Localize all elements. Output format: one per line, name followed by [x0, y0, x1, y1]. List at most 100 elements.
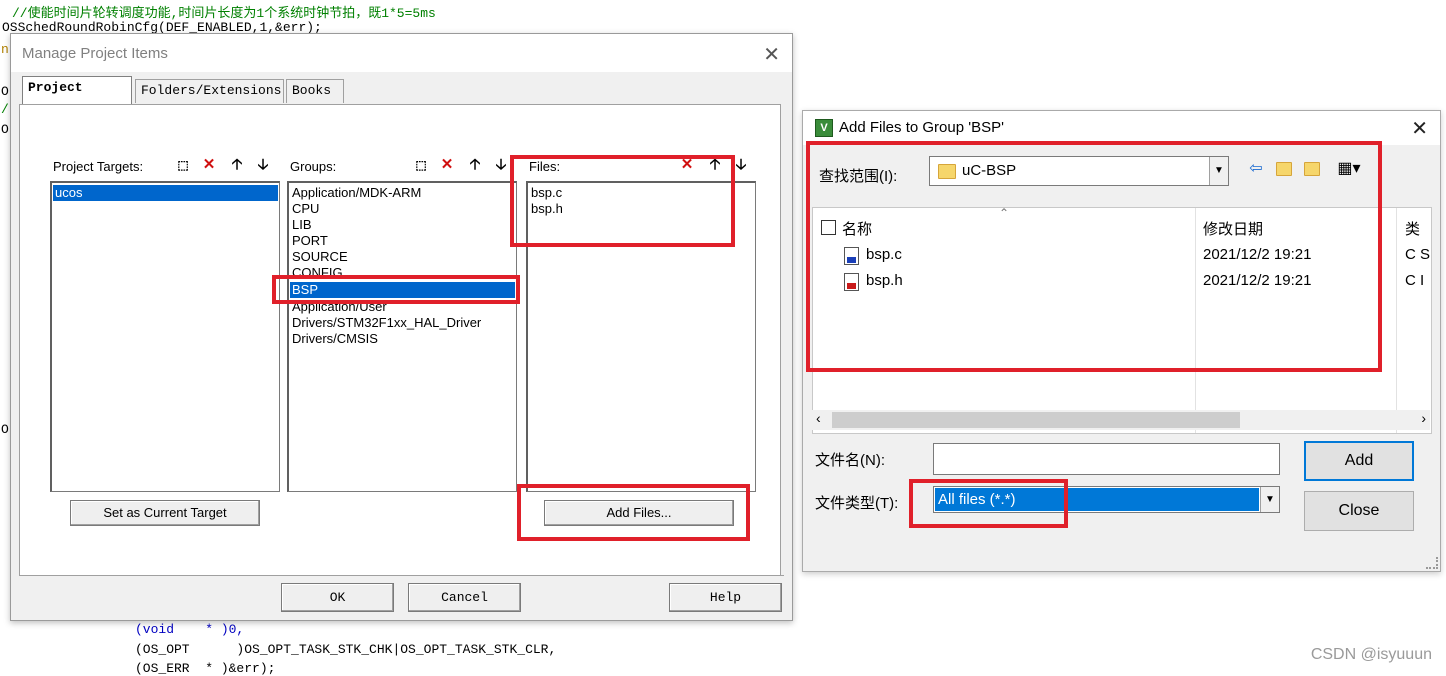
- list-item[interactable]: Drivers/CMSIS: [292, 331, 378, 347]
- file-type: C I: [1405, 272, 1425, 289]
- add-button[interactable]: Add: [1304, 441, 1414, 481]
- list-item[interactable]: LIB: [292, 217, 312, 233]
- folder-icon: [938, 164, 956, 179]
- scrollbar-thumb[interactable]: [832, 412, 1240, 428]
- tab-books[interactable]: Books: [286, 79, 344, 103]
- move-down-target-icon[interactable]: 🡣: [252, 155, 274, 175]
- h-file-icon: [844, 273, 859, 291]
- manage-project-items-dialog: Manage Project Items ✕ Project Items Fol…: [10, 33, 793, 621]
- file-name: bsp.h: [866, 272, 903, 289]
- file-row[interactable]: bsp.c 2021/12/2 19:21 C S: [813, 245, 1431, 269]
- code-margin-fragment: O: [1, 122, 9, 137]
- dialog-titlebar: Manage Project Items ✕: [11, 34, 792, 72]
- filetype-select[interactable]: All files (*.*) ▼: [933, 486, 1280, 513]
- list-item[interactable]: ucos: [53, 185, 278, 201]
- column-header-type[interactable]: 类: [1405, 218, 1420, 239]
- groups-list[interactable]: Application/MDK-ARM CPU LIB PORT SOURCE …: [287, 181, 517, 492]
- back-icon[interactable]: ⇦: [1245, 159, 1267, 179]
- code-margin-fragment: n: [1, 42, 9, 57]
- add-files-dialog: V Add Files to Group 'BSP' ✕ 查找范围(I): uC…: [802, 110, 1441, 572]
- chevron-down-icon[interactable]: ▼: [1209, 157, 1228, 185]
- file-type: C S: [1405, 246, 1431, 263]
- list-item[interactable]: BSP: [290, 282, 515, 298]
- list-item[interactable]: Drivers/STM32F1xx_HAL_Driver: [292, 315, 481, 331]
- code-margin-fragment: O: [1, 84, 9, 99]
- look-in-label: 查找范围(I):: [819, 168, 898, 185]
- files-list[interactable]: bsp.c bsp.h: [526, 181, 756, 492]
- look-in-value: uC-BSP: [962, 162, 1017, 179]
- delete-group-icon[interactable]: ✕: [436, 155, 458, 175]
- move-down-file-icon[interactable]: 🡣: [730, 155, 752, 175]
- list-item[interactable]: Application/MDK-ARM: [292, 185, 421, 201]
- filename-input[interactable]: [933, 443, 1280, 475]
- code-bottom-line: (OS_OPT )OS_OPT_TASK_STK_CHK|OS_OPT_TASK…: [135, 642, 557, 657]
- chevron-down-icon[interactable]: ▼: [1260, 487, 1279, 512]
- code-bottom-text: (void * )0,: [135, 622, 245, 637]
- set-current-target-button[interactable]: Set as Current Target: [70, 500, 260, 526]
- ok-button[interactable]: OK: [281, 583, 394, 612]
- column-divider: [1195, 208, 1196, 433]
- list-item[interactable]: CONFIG: [292, 265, 343, 281]
- up-folder-icon[interactable]: [1273, 159, 1295, 179]
- code-comment-line: //使能时间片轮转调度功能,时间片长度为1个系统时钟节拍，既1*5=5ms: [12, 6, 436, 21]
- filetype-value: All files (*.*): [935, 488, 1259, 511]
- file-name: bsp.c: [866, 246, 902, 263]
- code-margin-fragment: O: [1, 422, 9, 437]
- move-up-group-icon[interactable]: 🡡: [464, 155, 486, 175]
- new-folder-icon[interactable]: [1301, 159, 1323, 179]
- look-in-combo[interactable]: uC-BSP ▼: [929, 156, 1229, 186]
- c-file-icon: [844, 247, 859, 265]
- file-list[interactable]: 名称 ⌃ 修改日期 类 bsp.c 2021/12/2 19:21 C S bs…: [812, 206, 1432, 434]
- list-item[interactable]: CPU: [292, 201, 319, 217]
- list-item[interactable]: Application/User: [292, 299, 387, 315]
- targets-label: Project Targets:: [53, 159, 144, 174]
- keil-app-icon: V: [815, 119, 833, 137]
- file-date: 2021/12/2 19:21: [1203, 246, 1312, 263]
- new-target-icon[interactable]: ⬚: [172, 155, 194, 175]
- resize-grip-icon[interactable]: [1426, 557, 1438, 569]
- chevron-right-icon[interactable]: ›: [1421, 410, 1426, 426]
- move-down-group-icon[interactable]: 🡣: [490, 155, 512, 175]
- groups-label: Groups:: [290, 159, 337, 174]
- column-header-date[interactable]: 修改日期: [1203, 218, 1263, 239]
- select-all-checkbox[interactable]: [821, 220, 836, 235]
- dialog-title: Manage Project Items: [22, 45, 168, 62]
- filename-label: 文件名(N):: [815, 452, 885, 469]
- delete-file-icon[interactable]: ✕: [676, 155, 698, 175]
- new-group-icon[interactable]: ⬚: [410, 155, 432, 175]
- tab-folders-extensions[interactable]: Folders/Extensions: [135, 79, 284, 103]
- code-bottom-line: (OS_ERR * )&err);: [135, 661, 276, 676]
- code-bottom-line: (void * )0,: [135, 622, 244, 637]
- code-margin-fragment: /: [1, 102, 9, 117]
- view-menu-icon[interactable]: ▦▾: [1331, 159, 1367, 179]
- help-button[interactable]: Help: [669, 583, 782, 612]
- file-row[interactable]: bsp.h 2021/12/2 19:21 C I: [813, 271, 1431, 295]
- sort-up-icon: ⌃: [999, 206, 1010, 220]
- move-up-target-icon[interactable]: 🡡: [226, 155, 248, 175]
- column-divider: [1396, 208, 1397, 433]
- dialog-titlebar: V Add Files to Group 'BSP' ✕: [803, 111, 1440, 145]
- divider: [19, 575, 784, 576]
- tab-project-items[interactable]: Project Items: [22, 76, 132, 117]
- close-icon[interactable]: ✕: [763, 42, 780, 67]
- list-item[interactable]: SOURCE: [292, 249, 348, 265]
- column-header-name[interactable]: 名称: [842, 218, 872, 239]
- list-item[interactable]: bsp.c: [531, 185, 562, 201]
- list-item[interactable]: bsp.h: [531, 201, 563, 217]
- watermark: CSDN @isyuuun: [1310, 646, 1432, 663]
- cancel-button[interactable]: Cancel: [408, 583, 521, 612]
- files-label: Files:: [529, 159, 561, 174]
- move-up-file-icon[interactable]: 🡡: [704, 155, 726, 175]
- horizontal-scrollbar[interactable]: ‹ ›: [812, 410, 1430, 430]
- add-files-button[interactable]: Add Files...: [544, 500, 734, 526]
- project-items-panel: Project Targets: ⬚ ✕ 🡡 🡣 ucos Groups: ⬚ …: [19, 104, 781, 576]
- list-item[interactable]: PORT: [292, 233, 328, 249]
- filetype-label: 文件类型(T):: [815, 495, 899, 512]
- dialog-title: Add Files to Group 'BSP': [839, 119, 1004, 136]
- close-icon[interactable]: ✕: [1411, 116, 1428, 141]
- close-button[interactable]: Close: [1304, 491, 1414, 531]
- delete-target-icon[interactable]: ✕: [198, 155, 220, 175]
- targets-list[interactable]: ucos: [50, 181, 280, 492]
- chevron-left-icon[interactable]: ‹: [816, 410, 821, 426]
- file-date: 2021/12/2 19:21: [1203, 272, 1312, 289]
